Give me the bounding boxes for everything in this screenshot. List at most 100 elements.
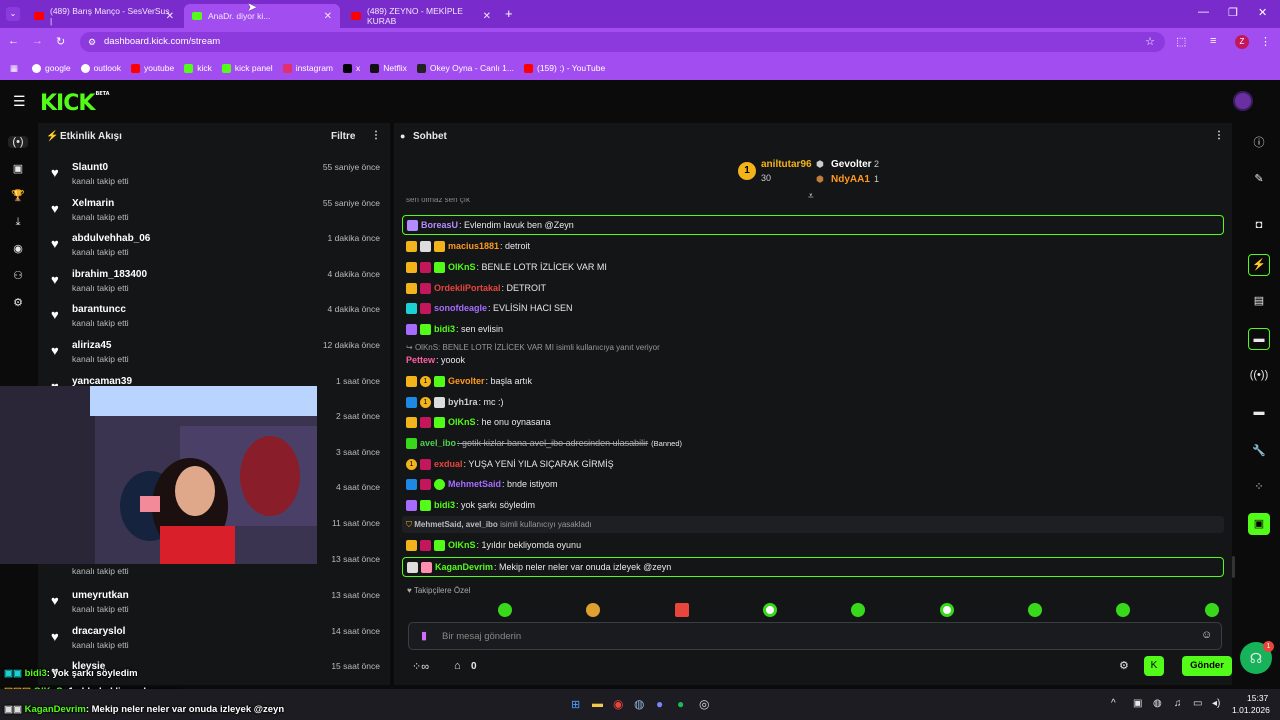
clock-time[interactable]: 15:37: [1247, 693, 1268, 703]
tab-search-icon[interactable]: ⌄: [6, 7, 20, 21]
chat-username[interactable]: MehmetSaid: [448, 479, 501, 489]
bookmark-instagram[interactable]: instagram: [282, 63, 333, 73]
mic-icon[interactable]: ▮: [421, 629, 427, 642]
close-icon[interactable]: ✕: [483, 11, 491, 22]
reload-icon[interactable]: ↻: [56, 35, 65, 48]
settings-icon[interactable]: ⚙: [8, 296, 28, 309]
chat-username[interactable]: OrdekliPortakal: [434, 283, 501, 293]
start-icon[interactable]: ⊞: [571, 698, 580, 711]
bookmark-kick[interactable]: kick: [184, 63, 212, 73]
tools-icon[interactable]: 🔧: [1249, 444, 1269, 457]
chat-username[interactable]: bidi3: [434, 324, 455, 334]
chat-username[interactable]: BoreasU: [421, 220, 458, 230]
chat-username[interactable]: byh1ra: [448, 397, 478, 407]
leader-name[interactable]: aniltutar96: [761, 159, 812, 170]
apps-icon[interactable]: ▦: [10, 63, 18, 74]
follower-name[interactable]: ibrahim_183400: [72, 269, 147, 280]
kick-logo[interactable]: KICKBETA: [40, 91, 110, 116]
discord-icon[interactable]: ●: [656, 697, 663, 711]
emote-8[interactable]: [1116, 603, 1130, 617]
print-icon[interactable]: ▬: [1249, 406, 1269, 418]
follower-name[interactable]: dracaryslol: [72, 626, 125, 637]
new-tab-button[interactable]: +: [505, 6, 513, 21]
chat-username[interactable]: OlKnS: [448, 417, 476, 427]
chat-username[interactable]: OlKnS: [448, 262, 476, 272]
chat-username[interactable]: KaganDevrim: [435, 562, 493, 572]
bookmark-youtube[interactable]: youtube: [130, 63, 174, 73]
download-icon[interactable]: ⤓: [8, 216, 28, 229]
emoji-icon[interactable]: ☺: [1201, 629, 1212, 641]
notes-icon[interactable]: ▤: [1249, 294, 1269, 307]
browser-tab-2[interactable]: AnaDr. diyor ki... ✕: [184, 4, 340, 28]
steam-icon[interactable]: ◍: [634, 697, 644, 711]
share-icon[interactable]: ⁘: [1249, 480, 1269, 493]
menu-icon[interactable]: ⋮: [1260, 35, 1271, 48]
chat-username[interactable]: macius1881: [448, 241, 499, 251]
kick-emote-button[interactable]: K: [1144, 656, 1164, 676]
chat-username[interactable]: exdual: [434, 459, 463, 469]
emote-9[interactable]: [1205, 603, 1219, 617]
moderation-icon[interactable]: ◉: [8, 242, 28, 255]
bookmark-netflix[interactable]: Netflix: [370, 63, 407, 73]
browser-tab-1[interactable]: (489) Barış Manço - SesVerSus | ✕: [26, 4, 182, 28]
emote-5[interactable]: [851, 603, 865, 617]
chat-username[interactable]: OlKnS: [448, 540, 476, 550]
chrome-icon[interactable]: ◉: [613, 697, 623, 711]
bookmark-outlook[interactable]: outlook: [80, 63, 121, 73]
chat-input[interactable]: ▮ Bir mesaj gönderin ☺: [408, 622, 1222, 650]
close-icon[interactable]: ✕: [324, 11, 332, 22]
follower-name[interactable]: aliriza45: [72, 340, 111, 351]
chat-toggle-icon[interactable]: ▬: [1248, 328, 1270, 350]
file-explorer-icon[interactable]: ▬: [592, 698, 603, 710]
bookmark-youtube-2[interactable]: (159) :) - YouTube: [523, 63, 605, 73]
bookmark-x[interactable]: x: [343, 63, 360, 73]
clock-date[interactable]: 1.01.2026: [1232, 705, 1270, 715]
users-icon[interactable]: ⚇: [8, 269, 28, 282]
follower-name[interactable]: Slaunt0: [72, 162, 108, 173]
third-name[interactable]: NdyAA1: [831, 174, 870, 185]
trophy-icon[interactable]: 🏆: [8, 189, 28, 202]
filter-button[interactable]: Filtre: [331, 131, 355, 142]
network-icon[interactable]: ▭: [1193, 698, 1202, 709]
emote-7[interactable]: [1028, 603, 1042, 617]
emote-1[interactable]: [498, 603, 512, 617]
profile-avatar[interactable]: Z: [1235, 35, 1249, 49]
emote-4[interactable]: [763, 603, 777, 617]
emote-3[interactable]: [675, 603, 689, 617]
chat-username[interactable]: sonofdeagle: [434, 303, 487, 313]
bookmark-kick-panel[interactable]: kick panel: [221, 63, 273, 73]
chat-username[interactable]: Pettew: [406, 355, 435, 365]
tray-chevron-icon[interactable]: ^: [1111, 698, 1116, 709]
follower-name[interactable]: abdulvehhab_06: [72, 233, 150, 244]
mic-tray-icon[interactable]: ♫: [1174, 698, 1182, 709]
tray-app-icon[interactable]: ▣: [1133, 698, 1142, 709]
forward-icon[interactable]: →: [32, 35, 43, 47]
spotify-icon[interactable]: ●: [677, 697, 684, 711]
minimize-icon[interactable]: —: [1198, 6, 1209, 18]
broadcast-icon[interactable]: ((•)): [1249, 369, 1269, 381]
follower-name[interactable]: umeyrutkan: [72, 590, 129, 601]
user-avatar[interactable]: [1233, 91, 1253, 111]
extensions-icon[interactable]: ⬚: [1176, 35, 1186, 48]
tray-steam-icon[interactable]: ◍: [1153, 698, 1162, 709]
address-bar[interactable]: ⚙ dashboard.kick.com/stream ☆: [80, 32, 1165, 52]
more-icon[interactable]: ⋮: [371, 130, 381, 141]
hamburger-menu-icon[interactable]: ☰: [13, 93, 26, 110]
close-window-icon[interactable]: ✕: [1258, 6, 1267, 19]
chat-username[interactable]: bidi3: [434, 500, 455, 510]
chat-scrollbar[interactable]: [1232, 556, 1235, 578]
chat-settings-icon[interactable]: ⚙: [1119, 659, 1129, 672]
emote-2[interactable]: [586, 603, 600, 617]
stream-icon[interactable]: (•): [8, 136, 28, 148]
maximize-icon[interactable]: ❐: [1228, 6, 1238, 19]
camera-icon[interactable]: ◘: [1249, 219, 1269, 231]
browser-tab-3[interactable]: (489) ZEYNO - MEKİPLE KURAB ✕: [343, 4, 499, 28]
info-icon[interactable]: ⓘ: [1249, 134, 1269, 150]
close-icon[interactable]: ✕: [166, 11, 174, 22]
bookmark-google[interactable]: google: [32, 63, 71, 73]
bookmark-star-icon[interactable]: ☆: [1145, 32, 1155, 52]
second-name[interactable]: Gevolter: [831, 159, 872, 170]
channel-points-icon[interactable]: ⁘∞: [412, 660, 429, 673]
obs-icon[interactable]: ◎: [699, 697, 709, 711]
follower-name[interactable]: barantuncc: [72, 304, 126, 315]
